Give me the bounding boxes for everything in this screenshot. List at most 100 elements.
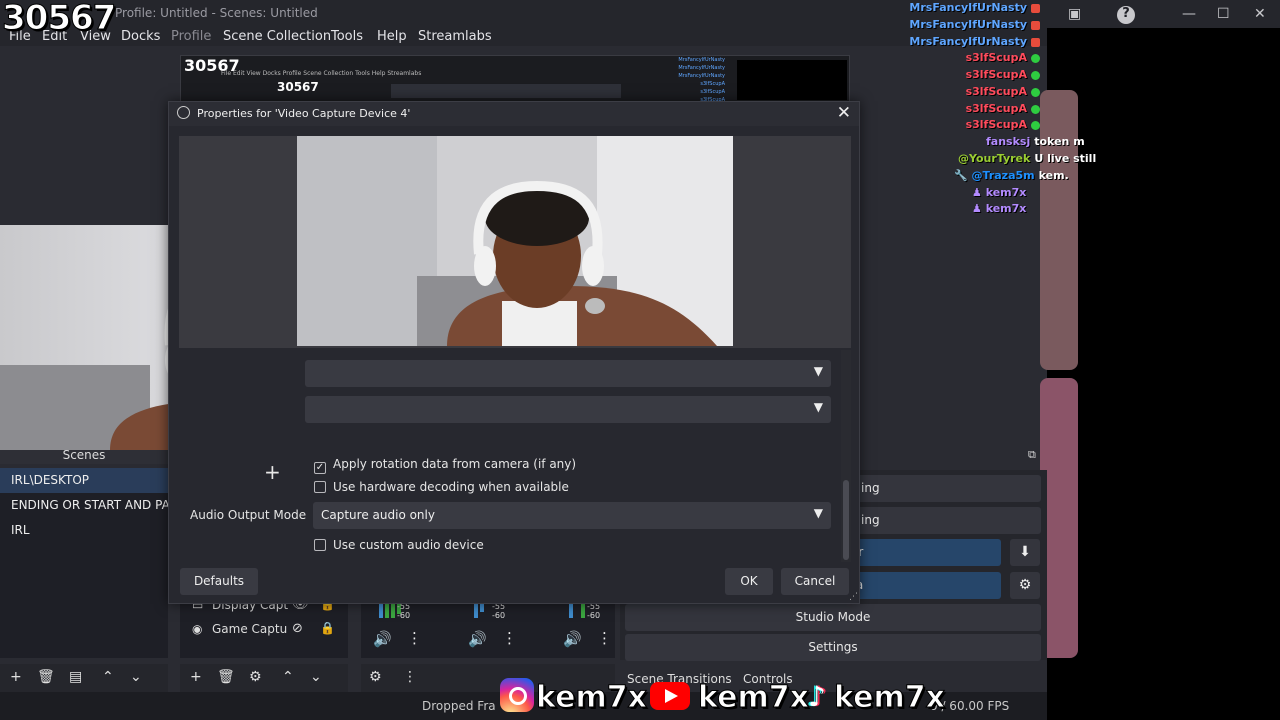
- checkbox-icon[interactable]: [314, 481, 326, 493]
- nested-strip: [391, 84, 621, 98]
- properties-dialog: Properties for 'Video Capture Device 4' …: [168, 101, 860, 604]
- minimize-icon[interactable]: —: [1182, 6, 1196, 22]
- remove-scene-icon[interactable]: 🗑: [37, 669, 55, 685]
- lock-icon[interactable]: 🔒: [320, 621, 335, 635]
- tiktok-icon: ♪: [808, 680, 826, 713]
- chat-message: s3lfScupA: [966, 85, 1040, 101]
- gear-icon[interactable]: ⚙: [1010, 572, 1040, 599]
- mixer-settings-icon[interactable]: ⚙: [369, 669, 382, 685]
- menu-streamlabs[interactable]: Streamlabs: [418, 29, 492, 44]
- move-up-icon[interactable]: ⌃: [282, 669, 294, 685]
- resize-grip-icon[interactable]: ⋰: [849, 592, 858, 602]
- scene-item[interactable]: ENDING OR START AND PAUSE: [0, 493, 168, 518]
- menu-profile[interactable]: Profile: [171, 29, 211, 44]
- mouse-cursor-icon: +: [264, 460, 281, 484]
- speaker-icon[interactable]: 🔊: [373, 630, 392, 648]
- source-settings-icon[interactable]: ⚙: [249, 669, 262, 685]
- chat-overlay: MrsFancyIfUrNasty MrsFancyIfUrNasty MrsF…: [900, 0, 1100, 220]
- maximize-icon[interactable]: ☐: [1217, 6, 1230, 22]
- sources-toolbar: + 🗑 ⚙ ⌃ ⌄: [180, 664, 348, 692]
- chevron-down-icon: ▼: [813, 400, 823, 414]
- ok-button[interactable]: OK: [725, 568, 773, 595]
- move-down-icon[interactable]: ⌄: [130, 669, 142, 685]
- db-label: -55 -60: [397, 602, 411, 620]
- scenes-toolbar: + 🗑 ▤ ⌃ ⌄: [0, 664, 168, 692]
- chevron-down-icon: ▼: [813, 506, 823, 520]
- speaker-icon[interactable]: 🔊: [468, 630, 487, 648]
- audio-output-mode-select[interactable]: Capture audio only ▼: [313, 502, 831, 529]
- scenes-list: IRL\DESKTOP ENDING OR START AND PAUSE IR…: [0, 468, 168, 658]
- dialog-scrollbar[interactable]: [841, 350, 851, 562]
- property-dropdown-1[interactable]: ▼: [305, 360, 831, 387]
- chat-message: MrsFancyIfUrNasty: [909, 35, 1040, 51]
- nested-chat: MrsFancyIfUrNasty MrsFancyIfUrNasty MrsFan…: [678, 57, 725, 103]
- camera-preview: [297, 136, 733, 346]
- scenes-title: Scenes: [62, 448, 106, 462]
- download-icon[interactable]: ⬇: [1010, 539, 1040, 566]
- nested-obs-preview: 30567 File Edit View Docks Profile Scene…: [180, 55, 850, 103]
- screen: Profile: Untitled - Scenes: Untitled Fil…: [0, 0, 1280, 720]
- cancel-button[interactable]: Cancel: [781, 568, 849, 595]
- source-item[interactable]: ◉ Game Capture ⊘ 🔒: [180, 618, 348, 642]
- checkbox-checked-icon[interactable]: ✓: [314, 462, 326, 474]
- instagram-icon: [500, 678, 534, 712]
- db-label: -55 -60: [492, 602, 506, 620]
- nested-menu: File Edit View Docks Profile Scene Colle…: [221, 70, 422, 77]
- custom-audio-device-checkbox[interactable]: Use custom audio device: [314, 538, 484, 552]
- scene-item[interactable]: IRL\DESKTOP: [0, 468, 168, 493]
- remove-source-icon[interactable]: 🗑: [217, 669, 235, 685]
- add-scene-icon[interactable]: +: [10, 669, 22, 685]
- more-icon[interactable]: ⋮: [407, 629, 422, 647]
- chevron-down-icon: ▼: [813, 364, 823, 378]
- apply-rotation-checkbox[interactable]: ✓ Apply rotation data from camera (if any…: [314, 457, 576, 474]
- close-window-icon[interactable]: ✕: [1254, 6, 1266, 22]
- dialog-title: Properties for 'Video Capture Device 4': [197, 107, 411, 120]
- audio-mixer: -55 -60 🔊 ⋮ -55 -60 🔊 ⋮ -55 -60 🔊 ⋮: [361, 600, 615, 658]
- instagram-handle: kem7x: [536, 680, 648, 716]
- youtube-icon: [650, 682, 690, 710]
- tiktok-handle: kem7x: [834, 680, 946, 716]
- studio-mode-button[interactable]: Studio Mode: [625, 604, 1041, 631]
- checkbox-icon[interactable]: [314, 539, 326, 551]
- dock-undock-icon[interactable]: ⧉: [1028, 448, 1036, 462]
- hardware-decoding-label: Use hardware decoding when available: [333, 480, 569, 494]
- chat-message: s3lfScupA: [966, 118, 1040, 134]
- defaults-button[interactable]: Defaults: [180, 568, 258, 595]
- menu-help[interactable]: Help: [377, 29, 407, 44]
- source-label: Game Capture: [212, 622, 288, 636]
- menu-bar: File Edit View Docks Profile Scene Colle…: [0, 28, 1047, 46]
- db-label: -55 -60: [587, 602, 601, 620]
- add-source-icon[interactable]: +: [190, 669, 202, 685]
- chat-message: ♟ kem7x: [972, 186, 1027, 199]
- more-icon[interactable]: ⋮: [597, 629, 612, 647]
- hardware-decoding-checkbox[interactable]: Use hardware decoding when available: [314, 480, 569, 494]
- speaker-icon[interactable]: 🔊: [563, 630, 582, 648]
- settings-button[interactable]: Settings: [625, 634, 1041, 661]
- menu-tools[interactable]: Tools: [331, 29, 363, 44]
- menu-scene-collection[interactable]: Scene Collection: [223, 29, 331, 44]
- property-dropdown-2[interactable]: ▼: [305, 396, 831, 423]
- chat-message: s3lfScupA: [966, 51, 1040, 67]
- chat-message: @YourTyrek U live still: [958, 152, 1097, 165]
- move-up-icon[interactable]: ⌃: [102, 669, 114, 685]
- audio-output-mode-label: Audio Output Mode: [190, 508, 307, 522]
- gamepad-icon: ◉: [192, 622, 203, 636]
- apply-rotation-label: Apply rotation data from camera (if any): [333, 457, 577, 471]
- more-icon[interactable]: ⋮: [403, 669, 417, 685]
- nested-kill-count-small: 30567: [277, 80, 319, 94]
- help-icon[interactable]: ?: [1117, 6, 1135, 24]
- custom-audio-device-label: Use custom audio device: [333, 538, 484, 552]
- chat-message: s3lfScupA: [966, 68, 1040, 84]
- filter-icon[interactable]: ▤: [69, 669, 82, 685]
- eye-hidden-icon[interactable]: ⊘: [292, 621, 303, 636]
- chat-message: ♟ kem7x: [972, 202, 1027, 215]
- menu-docks[interactable]: Docks: [121, 29, 160, 44]
- chat-message: fansksj token m: [986, 135, 1085, 148]
- chat-message: MrsFancyIfUrNasty: [909, 18, 1040, 34]
- scene-item[interactable]: IRL: [0, 518, 168, 543]
- more-icon[interactable]: ⋮: [502, 629, 517, 647]
- window-title: Profile: Untitled - Scenes: Untitled: [115, 6, 318, 20]
- close-icon[interactable]: ✕: [837, 103, 851, 123]
- move-down-icon[interactable]: ⌄: [310, 669, 322, 685]
- chat-message: s3lfScupA: [966, 102, 1040, 118]
